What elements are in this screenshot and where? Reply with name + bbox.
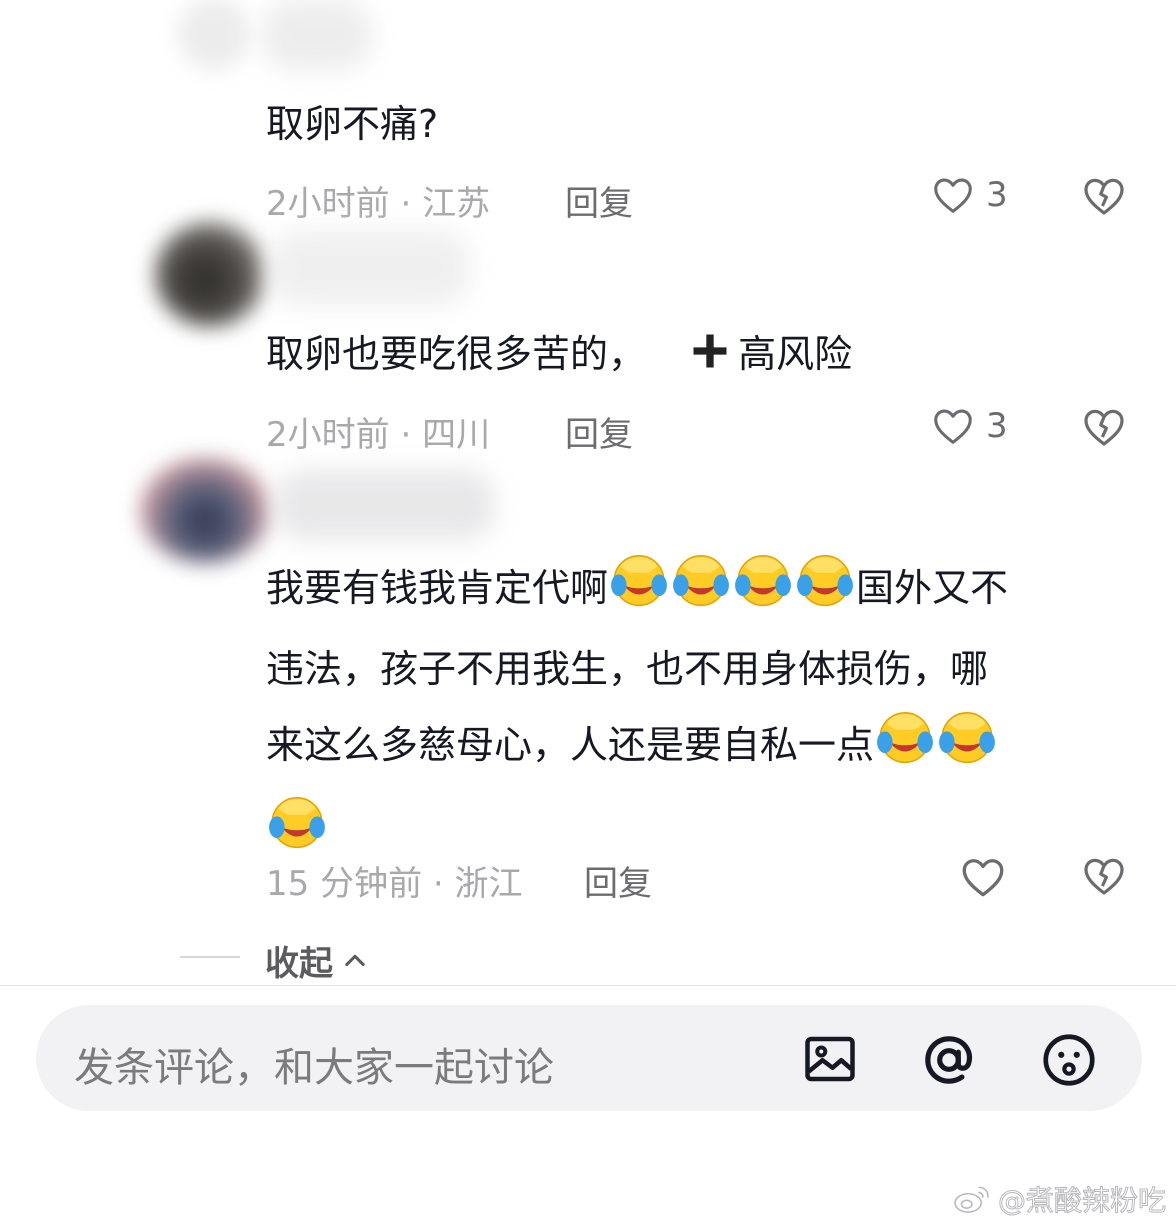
weibo-logo-icon [954, 1186, 989, 1213]
like-count: 3 [986, 406, 1008, 446]
divider [0, 985, 1176, 986]
collapse-divider [180, 956, 240, 958]
comment-time: 2小时前 [266, 415, 390, 455]
laughing-crying-emoji [608, 548, 670, 633]
comment-text: 我要有钱我肯定代啊 国外又不 违法，孩子不用我生，也不用身体损伤，哪 来这么多慈母… [266, 548, 1106, 875]
comment-line: 我要有钱我肯定代啊 国外又不 [266, 548, 1106, 633]
like-button[interactable]: 3 [930, 172, 1008, 218]
collapse-label: 收起 [265, 944, 333, 984]
laughing-crying-emoji [794, 548, 856, 633]
laughing-crying-emoji [936, 705, 998, 790]
comment-time: 2小时前 [266, 184, 390, 224]
avatar[interactable] [155, 222, 265, 327]
heart-icon[interactable] [958, 852, 1008, 902]
broken-heart-icon[interactable] [1080, 852, 1128, 900]
like-count: 3 [986, 175, 1008, 215]
comment-text: 取卵也要吃很多苦的， 高风险 [266, 318, 1106, 390]
like-button[interactable]: 3 [930, 403, 1008, 449]
comment-line-2: 违法，孩子不用我生，也不用身体损伤，哪 [266, 647, 989, 691]
comment-meta: 2小时前 · 四川 [266, 407, 490, 456]
username-blurred[interactable] [262, 0, 372, 70]
laughing-crying-emoji [670, 548, 732, 633]
comment-line: 违法，孩子不用我生，也不用身体损伤，哪 [266, 633, 1106, 705]
meta-separator: · [389, 415, 423, 455]
comment-location: 江苏 [422, 184, 491, 224]
watermark: @煮酸辣粉吃 [952, 1179, 1167, 1219]
username-blurred[interactable] [270, 230, 470, 306]
comment-input-bar[interactable]: 发条评论，和大家一起讨论 [36, 1005, 1142, 1111]
comment-text: 取卵不痛? [266, 102, 439, 146]
reply-button[interactable]: 回复 [565, 176, 633, 225]
meta-separator: · [389, 184, 423, 224]
chevron-up-icon [345, 954, 365, 966]
comment-location: 浙江 [454, 864, 523, 904]
reply-button[interactable]: 回复 [565, 407, 633, 456]
comment-text-main: 取卵也要吃很多苦的， [266, 332, 647, 376]
watermark-text: @煮酸辣粉吃 [997, 1184, 1166, 1218]
comment-input-placeholder[interactable]: 发条评论，和大家一起讨论 [74, 1035, 554, 1093]
heart-icon [934, 409, 972, 444]
username-blurred[interactable] [275, 470, 495, 540]
meta-separator: · [422, 864, 455, 904]
broken-heart-icon[interactable] [1080, 172, 1128, 220]
heart-icon [934, 178, 972, 213]
comment-time: 15 分钟前 [266, 864, 423, 904]
image-icon[interactable] [800, 1029, 860, 1089]
collapse-replies-button[interactable]: 收起 [265, 936, 369, 985]
avatar[interactable] [140, 458, 270, 563]
laughing-crying-emoji [874, 705, 936, 790]
comment-location: 四川 [422, 415, 491, 455]
comment-line-1: 我要有钱我肯定代啊 [266, 566, 609, 610]
comment-line-1-tail: 国外又不 [856, 566, 1009, 610]
comment-line-3: 来这么多慈母心，人还是要自私一点 [266, 723, 875, 767]
avatar[interactable] [178, 0, 250, 70]
at-mention-icon[interactable] [918, 1029, 980, 1091]
comment-text-suffix: 高风险 [738, 332, 853, 376]
laughing-crying-emoji [732, 548, 794, 633]
emoji-icon[interactable] [1038, 1029, 1100, 1091]
reply-button[interactable]: 回复 [584, 856, 652, 905]
comment-meta: 2小时前 · 江苏 [266, 176, 490, 225]
broken-heart-icon[interactable] [1080, 403, 1128, 451]
comment-line: 来这么多慈母心，人还是要自私一点 [266, 705, 1106, 790]
comment-meta: 15 分钟前 · 浙江 [266, 856, 523, 905]
plus-icon [693, 334, 727, 368]
